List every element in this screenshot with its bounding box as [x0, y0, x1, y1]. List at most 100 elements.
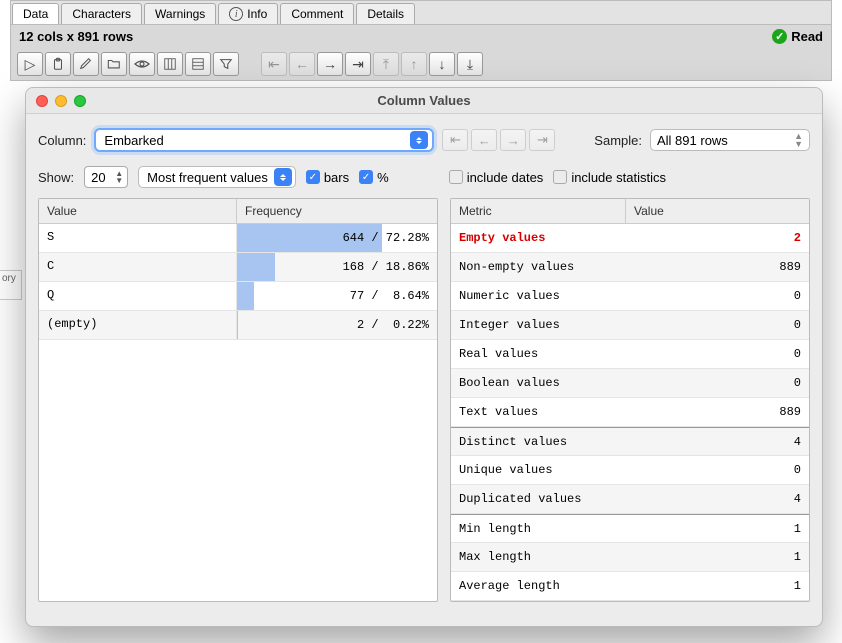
- filter-button[interactable]: [213, 52, 239, 76]
- check-icon: ✓: [772, 29, 787, 44]
- freq-text: 168 / 18.86%: [237, 260, 437, 274]
- col-last-button[interactable]: ⇥: [529, 129, 555, 151]
- zoom-button[interactable]: [74, 95, 86, 107]
- titlebar: Column Values: [26, 88, 822, 114]
- metric-row[interactable]: Real values0: [451, 340, 809, 369]
- rows-button[interactable]: [185, 52, 211, 76]
- show-count-stepper[interactable]: 20 ▲▼: [84, 166, 128, 188]
- edit-button[interactable]: [73, 52, 99, 76]
- sample-label: Sample:: [594, 133, 642, 148]
- freq-row[interactable]: S644 / 72.28%: [39, 224, 437, 253]
- metric-value: 0: [626, 289, 809, 303]
- dropdown-arrows-icon: [274, 168, 292, 186]
- freq-row[interactable]: Q 77 / 8.64%: [39, 282, 437, 311]
- freq-cell: 77 / 8.64%: [237, 282, 437, 310]
- metric-name: Text values: [451, 405, 626, 419]
- percent-checkbox[interactable]: ✓%: [359, 170, 389, 185]
- metric-name: Numeric values: [451, 289, 626, 303]
- obscured-fragment: ory: [0, 270, 22, 300]
- folder-button[interactable]: [101, 52, 127, 76]
- include-stats-checkbox[interactable]: include statistics: [553, 170, 666, 185]
- col-first-button[interactable]: ⇤: [442, 129, 468, 151]
- freq-value: Q: [39, 282, 237, 310]
- metric-value: 889: [626, 260, 809, 274]
- metric-name: Average length: [451, 579, 626, 593]
- play-button[interactable]: ▷: [17, 52, 43, 76]
- freq-row[interactable]: C168 / 18.86%: [39, 253, 437, 282]
- metric-row[interactable]: Unique values0: [451, 456, 809, 485]
- tab-comment[interactable]: Comment: [280, 3, 354, 24]
- tab-info[interactable]: iInfo: [218, 3, 278, 24]
- columns-button[interactable]: [157, 52, 183, 76]
- metric-row[interactable]: Average length1: [451, 572, 809, 601]
- scroll-down-button[interactable]: ↓: [429, 52, 455, 76]
- metric-value: 0: [626, 376, 809, 390]
- show-label: Show:: [38, 170, 74, 185]
- freq-row[interactable]: (empty) 2 / 0.22%: [39, 311, 437, 340]
- freq-value: (empty): [39, 311, 237, 339]
- metric-value: 2: [626, 231, 809, 245]
- metric-row[interactable]: Max length1: [451, 543, 809, 572]
- column-select[interactable]: Embarked: [94, 128, 434, 152]
- freq-cell: 2 / 0.22%: [237, 311, 437, 339]
- metric-row[interactable]: Numeric values0: [451, 282, 809, 311]
- freq-text: 2 / 0.22%: [237, 318, 437, 332]
- scroll-bottom-button[interactable]: ⤓: [457, 52, 483, 76]
- tab-details[interactable]: Details: [356, 3, 415, 24]
- scroll-top-button[interactable]: ⤒: [373, 52, 399, 76]
- dialog-title: Column Values: [26, 93, 822, 108]
- read-label: Read: [791, 29, 823, 44]
- metric-value: 1: [626, 522, 809, 536]
- metric-name: Max length: [451, 550, 626, 564]
- scroll-up-button[interactable]: ↑: [401, 52, 427, 76]
- col-header-metric[interactable]: Metric: [451, 199, 626, 223]
- minimize-button[interactable]: [55, 95, 67, 107]
- sample-select[interactable]: All 891 rows ▲▼: [650, 129, 810, 151]
- dropdown-arrows-icon: ▲▼: [794, 132, 803, 148]
- info-icon: i: [229, 7, 243, 21]
- col-header-mvalue[interactable]: Value: [626, 199, 809, 223]
- metric-name: Distinct values: [451, 435, 626, 449]
- metric-row[interactable]: Distinct values4: [451, 427, 809, 456]
- eye-button[interactable]: [129, 52, 155, 76]
- freq-text: 644 / 72.28%: [237, 231, 437, 245]
- metric-name: Unique values: [451, 463, 626, 477]
- metric-row[interactable]: Min length1: [451, 514, 809, 543]
- tab-characters[interactable]: Characters: [61, 3, 142, 24]
- metric-name: Min length: [451, 522, 626, 536]
- nav-prev-button[interactable]: ←: [289, 52, 315, 76]
- metric-value: 1: [626, 550, 809, 564]
- col-header-frequency[interactable]: Frequency: [237, 199, 437, 223]
- metric-row[interactable]: Boolean values0: [451, 369, 809, 398]
- metric-name: Duplicated values: [451, 492, 626, 506]
- bars-checkbox[interactable]: ✓bars: [306, 170, 349, 185]
- nav-last-button[interactable]: ⇥: [345, 52, 371, 76]
- dimensions-label: 12 cols x 891 rows: [19, 29, 133, 44]
- close-button[interactable]: [36, 95, 48, 107]
- nav-first-button[interactable]: ⇤: [261, 52, 287, 76]
- tab-warnings[interactable]: Warnings: [144, 3, 216, 24]
- metric-row[interactable]: Duplicated values4: [451, 485, 809, 514]
- include-dates-checkbox[interactable]: include dates: [449, 170, 544, 185]
- nav-next-button[interactable]: →: [317, 52, 343, 76]
- col-next-button[interactable]: →: [500, 129, 526, 151]
- metric-value: 0: [626, 318, 809, 332]
- bg-tab-bar: Data Characters Warnings iInfo Comment D…: [11, 1, 831, 25]
- metric-row[interactable]: Integer values0: [451, 311, 809, 340]
- metric-value: 4: [626, 492, 809, 506]
- metric-name: Real values: [451, 347, 626, 361]
- metric-row[interactable]: Non-empty values889: [451, 253, 809, 282]
- metric-row[interactable]: Text values889: [451, 398, 809, 427]
- freq-value: C: [39, 253, 237, 281]
- clipboard-button[interactable]: [45, 52, 71, 76]
- sort-select[interactable]: Most frequent values: [138, 166, 296, 188]
- col-header-value[interactable]: Value: [39, 199, 237, 223]
- col-prev-button[interactable]: ←: [471, 129, 497, 151]
- metric-value: 4: [626, 435, 809, 449]
- metric-value: 0: [626, 347, 809, 361]
- dropdown-arrows-icon: [410, 131, 428, 149]
- tab-data[interactable]: Data: [12, 3, 59, 24]
- metric-row[interactable]: Empty values2: [451, 224, 809, 253]
- metric-name: Integer values: [451, 318, 626, 332]
- freq-value: S: [39, 224, 237, 252]
